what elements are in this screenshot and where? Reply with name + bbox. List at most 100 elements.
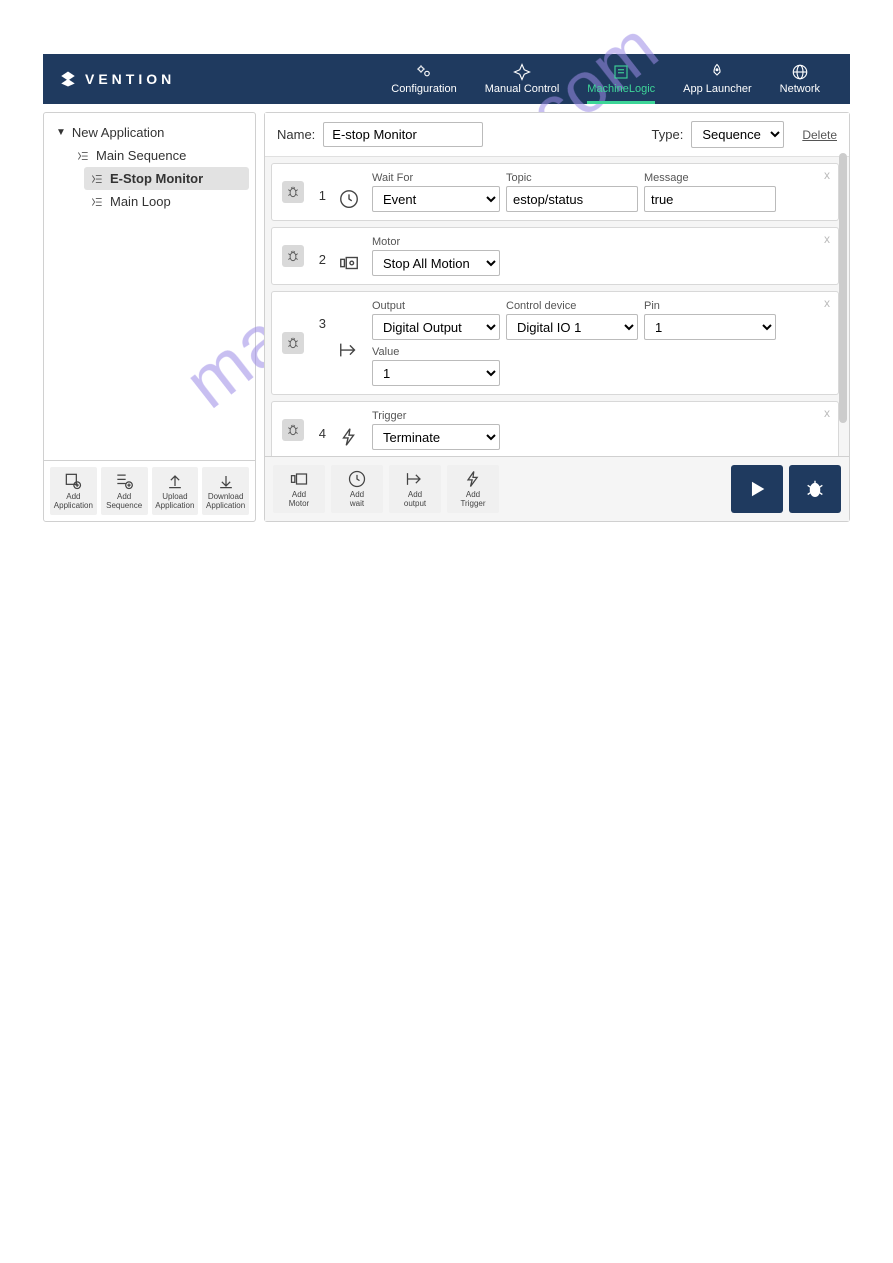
- step-number: 3: [314, 300, 326, 386]
- app-container: VENTION Configuration Manual Control Mac…: [43, 54, 850, 522]
- tree-estop-monitor[interactable]: E-Stop Monitor: [84, 167, 249, 190]
- sequence-name-input[interactable]: [323, 122, 483, 147]
- remove-step-button[interactable]: x: [824, 406, 830, 420]
- wait-for-select[interactable]: Event: [372, 186, 500, 212]
- main-panel: Name: Type: Sequence Delete x 1 Wait For…: [264, 112, 850, 522]
- download-icon: [216, 471, 236, 491]
- tree-main-sequence[interactable]: Main Sequence: [70, 144, 249, 167]
- sequence-icon: [90, 195, 104, 209]
- play-icon: [746, 478, 768, 500]
- step-row: x 4 Trigger Terminate: [271, 401, 839, 456]
- value-select[interactable]: 1: [372, 360, 500, 386]
- upload-application-button[interactable]: Upload Application: [152, 467, 199, 515]
- debug-toggle[interactable]: [282, 245, 304, 267]
- remove-step-button[interactable]: x: [824, 296, 830, 310]
- nav-label: Manual Control: [485, 83, 560, 95]
- debug-button[interactable]: [789, 465, 841, 513]
- clock-icon: [347, 469, 367, 489]
- topic-input[interactable]: [506, 186, 638, 212]
- btn-label: Add output: [404, 491, 426, 509]
- nav-network[interactable]: Network: [766, 54, 834, 104]
- nav-machine-logic[interactable]: MachineLogic: [573, 54, 669, 104]
- download-application-button[interactable]: Download Application: [202, 467, 249, 515]
- step-row: x 1 Wait ForEvent Topic Message: [271, 163, 839, 221]
- motor-icon: [289, 469, 309, 489]
- debug-toggle[interactable]: [282, 419, 304, 441]
- btn-label: Upload Application: [155, 493, 194, 511]
- sequence-header: Name: Type: Sequence Delete: [265, 113, 849, 157]
- btn-label: Add Application: [54, 493, 93, 511]
- field-label: Output: [372, 300, 500, 312]
- globe-icon: [791, 63, 809, 81]
- message-input[interactable]: [644, 186, 776, 212]
- nav-label: App Launcher: [683, 83, 752, 95]
- nav-bar: Configuration Manual Control MachineLogi…: [377, 54, 834, 104]
- add-seq-icon: [114, 471, 134, 491]
- bug-icon: [286, 336, 300, 350]
- remove-step-button[interactable]: x: [824, 232, 830, 246]
- debug-toggle[interactable]: [282, 332, 304, 354]
- brand-text: VENTION: [85, 71, 175, 87]
- add-application-button[interactable]: Add Application: [50, 467, 97, 515]
- step-row: x 3 Output Digital Output Control device D…: [271, 291, 839, 395]
- tree-main-loop[interactable]: Main Loop: [84, 190, 249, 213]
- bug-icon: [286, 249, 300, 263]
- nav-label: MachineLogic: [587, 83, 655, 95]
- scrollbar[interactable]: [839, 153, 847, 423]
- btn-label: Add wait: [350, 491, 364, 509]
- bug-icon: [286, 423, 300, 437]
- top-bar: VENTION Configuration Manual Control Mac…: [43, 54, 850, 104]
- pin-select[interactable]: 1: [644, 314, 776, 340]
- nav-manual-control[interactable]: Manual Control: [471, 54, 574, 104]
- brand-logo: VENTION: [59, 70, 175, 88]
- tree-label: New Application: [72, 125, 165, 140]
- nav-app-launcher[interactable]: App Launcher: [669, 54, 766, 104]
- name-label: Name:: [277, 127, 315, 142]
- lightning-icon: [336, 410, 362, 450]
- remove-step-button[interactable]: x: [824, 168, 830, 182]
- debug-toggle[interactable]: [282, 181, 304, 203]
- tree-root[interactable]: ▼ New Application: [50, 121, 249, 144]
- output-select[interactable]: Digital Output: [372, 314, 500, 340]
- field-label: Wait For: [372, 172, 500, 184]
- compass-icon: [513, 63, 531, 81]
- clock-icon: [336, 172, 362, 212]
- step-number: 2: [314, 236, 326, 276]
- type-select[interactable]: Sequence: [691, 121, 784, 148]
- upload-icon: [165, 471, 185, 491]
- list-icon: [612, 63, 630, 81]
- output-icon: [336, 300, 362, 386]
- field-label: Control device: [506, 300, 638, 312]
- device-select[interactable]: Digital IO 1: [506, 314, 638, 340]
- tree-label: Main Sequence: [96, 148, 186, 163]
- delete-link[interactable]: Delete: [802, 128, 837, 142]
- nav-configuration[interactable]: Configuration: [377, 54, 470, 104]
- nav-label: Network: [780, 83, 820, 95]
- add-sequence-button[interactable]: Add Sequence: [101, 467, 148, 515]
- add-motor-button[interactable]: Add Motor: [273, 465, 325, 513]
- sidebar: ▼ New Application Main Sequence E-Stop M…: [43, 112, 256, 522]
- motor-select[interactable]: Stop All Motion: [372, 250, 500, 276]
- trigger-select[interactable]: Terminate: [372, 424, 500, 450]
- field-label: Value: [372, 346, 500, 358]
- btn-label: Add Sequence: [106, 493, 142, 511]
- step-row: x 2 MotorStop All Motion: [271, 227, 839, 285]
- field-label: Pin: [644, 300, 776, 312]
- nav-label: Configuration: [391, 83, 456, 95]
- add-wait-button[interactable]: Add wait: [331, 465, 383, 513]
- motor-icon: [336, 236, 362, 276]
- sequence-icon: [76, 149, 90, 163]
- lightning-icon: [463, 469, 483, 489]
- field-label: Trigger: [372, 410, 500, 422]
- output-icon: [405, 469, 425, 489]
- bug-icon: [804, 478, 826, 500]
- rocket-icon: [708, 63, 726, 81]
- sidebar-actions: Add Application Add Sequence Upload Appl…: [44, 460, 255, 521]
- gear-icon: [415, 63, 433, 81]
- steps-list: x 1 Wait ForEvent Topic Message x 2: [265, 157, 849, 456]
- add-trigger-button[interactable]: Add Trigger: [447, 465, 499, 513]
- add-app-icon: [63, 471, 83, 491]
- step-number: 4: [314, 410, 326, 450]
- play-button[interactable]: [731, 465, 783, 513]
- add-output-button[interactable]: Add output: [389, 465, 441, 513]
